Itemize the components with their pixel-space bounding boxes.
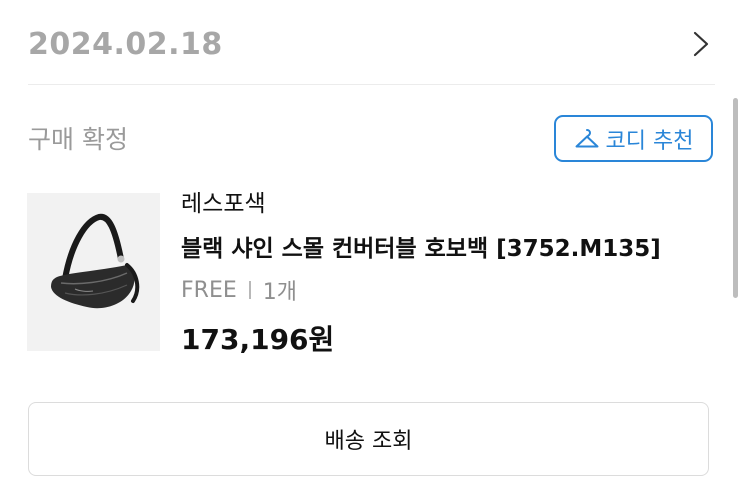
chevron-right-icon[interactable] [690,30,712,58]
product-size: FREE [181,277,237,303]
option-separator [248,281,251,299]
product-quantity: 1개 [262,280,297,305]
track-delivery-label: 배송 조회 [324,429,413,454]
order-date: 2024.02.18 [28,27,223,62]
product-name[interactable]: 블랙 샤인 스몰 컨버터블 호보백 [3752.M135] [181,229,661,263]
track-delivery-button[interactable]: 배송 조회 [28,402,709,476]
order-status: 구매 확정 [28,125,128,154]
order-item-card: 2024.02.18 구매 확정 코디 추천 레스포색 블랙 샤인 스몰 컨버터… [0,0,743,504]
style-recommend-label: 코디 추천 [605,128,694,154]
product-option: FREE 1개 [181,274,297,306]
scrollbar[interactable] [733,98,738,298]
style-recommend-button[interactable]: 코디 추천 [554,115,713,162]
divider [28,84,715,85]
product-brand[interactable]: 레스포색 [181,184,266,218]
hanger-icon [575,128,599,147]
bag-image [51,213,140,309]
product-image[interactable] [27,193,160,351]
product-price: 173,196원 [181,323,335,356]
